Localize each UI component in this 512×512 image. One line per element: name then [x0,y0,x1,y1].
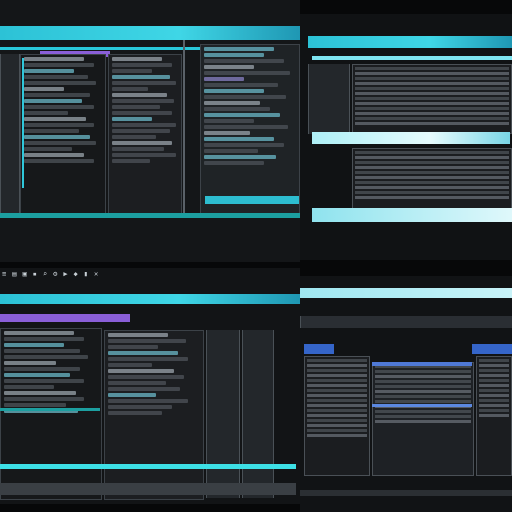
selected-row-2[interactable] [372,404,472,407]
debug-icon[interactable]: ◆ [74,270,78,278]
folder-icon[interactable]: ▣ [22,270,26,278]
explorer-divider [0,408,100,411]
tab-strip[interactable] [312,56,512,60]
left-panel-header[interactable] [304,344,334,354]
table-left[interactable] [304,356,370,476]
four-screenshot-collage: ≡ ▤ ▣ ▪ ⌕ ⚙ ▶ ◆ ▮ ✕ [0,0,512,512]
status-bar[interactable] [300,490,512,496]
data-grid-lower[interactable] [352,148,512,210]
table-right[interactable] [476,356,512,476]
data-grid-upper[interactable] [352,64,512,134]
table-main[interactable] [372,362,474,476]
gear-icon[interactable]: ⚙ [53,270,57,278]
menu-strip[interactable] [300,316,512,328]
code-editor-left[interactable] [108,54,182,214]
run-icon[interactable]: ▶ [63,270,67,278]
editor-splitter[interactable] [183,40,185,218]
file-icon[interactable]: ▤ [12,270,16,278]
ide-window-top-left [0,0,300,262]
outline-panel[interactable] [242,330,274,498]
code-editor[interactable] [104,330,204,500]
toolbar-icons: ≡ ▤ ▣ ▪ ⌕ ⚙ ▶ ◆ ▮ ✕ [2,270,98,278]
status-bar[interactable] [0,213,300,218]
ide-window-bottom-right [300,276,512,512]
minimap-panel[interactable] [206,330,240,498]
terminal-icon[interactable]: ▮ [84,270,88,278]
selected-row[interactable] [372,362,472,366]
search-icon[interactable]: ⌕ [43,270,47,278]
status-bar[interactable] [0,464,296,469]
side-panel[interactable] [308,64,350,134]
ide-window-bottom-left: ≡ ▤ ▣ ▪ ⌕ ⚙ ▶ ◆ ▮ ✕ [0,268,300,504]
terminal-tab-highlight[interactable] [205,196,299,204]
active-tab-indicator[interactable] [0,314,130,322]
save-icon[interactable]: ▪ [33,270,37,278]
title-bar[interactable] [308,36,512,48]
activity-bar[interactable] [0,54,20,214]
bottom-panel[interactable] [0,483,296,495]
bottom-panel-header[interactable] [312,208,512,222]
close-icon[interactable]: ✕ [94,270,98,278]
menu-icon[interactable]: ≡ [2,270,6,278]
explorer-selection-marker [22,58,24,188]
title-bar[interactable] [0,26,300,40]
title-bar[interactable] [300,288,512,298]
file-explorer-panel[interactable] [20,54,106,214]
right-panel-header[interactable] [472,344,512,354]
title-bar[interactable] [0,294,300,304]
ide-window-top-right [300,14,512,260]
code-editor-right[interactable] [200,44,300,216]
file-explorer-panel[interactable] [0,328,102,500]
selected-row-highlight[interactable] [312,132,510,144]
